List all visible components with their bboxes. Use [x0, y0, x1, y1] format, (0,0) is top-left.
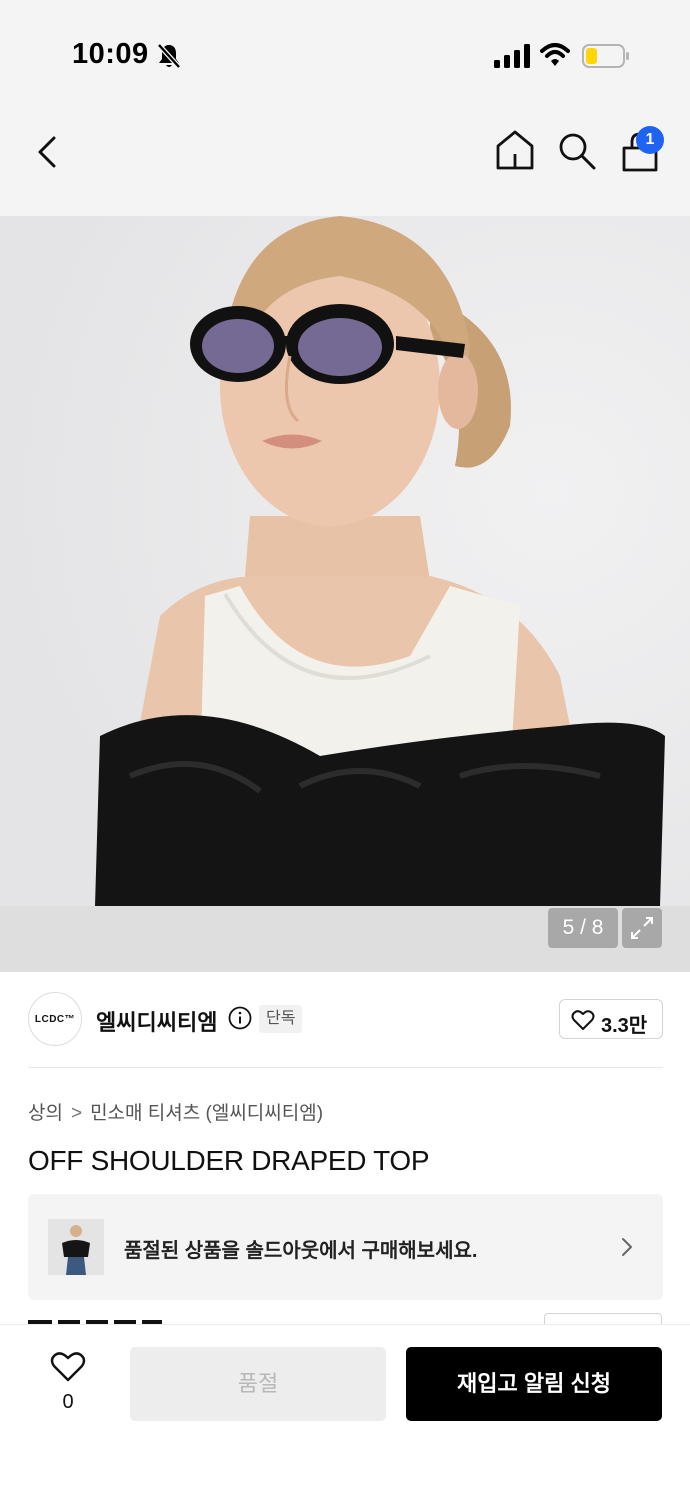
status-bar: 10:09 — [0, 0, 690, 110]
divider — [28, 1067, 663, 1068]
heart-icon — [571, 1010, 595, 1030]
search-icon[interactable] — [556, 130, 598, 172]
home-icon[interactable] — [494, 128, 536, 172]
wishlist-count: 0 — [62, 1391, 74, 1413]
product-image[interactable] — [0, 216, 690, 906]
brand-like-count: 3.3만 — [601, 1015, 648, 1037]
product-title: OFF SHOULDER DRAPED TOP — [28, 1145, 430, 1176]
cart-count-badge: 1 — [636, 126, 664, 154]
expand-icon[interactable] — [622, 908, 662, 948]
breadcrumb: 상의 > 민소매 티셔츠 (엘씨디씨티엠) — [28, 1098, 323, 1125]
coupon-button-peek[interactable] — [544, 1313, 662, 1324]
soldout-banner-text: 품절된 상품을 솔드아웃에서 구매해보세요. — [124, 1240, 478, 1262]
wifi-icon — [540, 43, 570, 66]
brand-name[interactable]: 엘씨디씨티엠 — [96, 1005, 217, 1037]
price-row-peek — [28, 1312, 688, 1324]
model-photo — [0, 216, 690, 906]
chevron-right-icon — [622, 1238, 632, 1256]
soldout-banner[interactable]: 품절된 상품을 솔드아웃에서 구매해보세요. — [28, 1194, 663, 1300]
soldout-button: 품절 — [130, 1347, 386, 1421]
battery-icon — [582, 44, 629, 68]
exclusive-badge: 단독 — [259, 1005, 303, 1033]
soldout-thumbnail — [48, 1219, 104, 1275]
back-icon[interactable] — [30, 132, 66, 172]
price-peek-glyphs — [28, 1320, 162, 1324]
wishlist-button[interactable]: 0 — [44, 1349, 92, 1419]
restock-alert-button[interactable]: 재입고 알림 신청 — [406, 1347, 662, 1421]
info-icon[interactable] — [228, 1006, 252, 1030]
bottom-action-bar: 0 품절 재입고 알림 신청 — [0, 1324, 690, 1500]
breadcrumb-subcategory[interactable]: 민소매 티셔츠 (엘씨디씨티엠) — [90, 1103, 323, 1124]
signal-icon — [494, 44, 530, 68]
brand-row: LCDC™ 엘씨디씨티엠 단독 3.3만 — [0, 972, 690, 1068]
brand-logo[interactable]: LCDC™ — [28, 992, 82, 1046]
image-counter: 5 / 8 — [548, 908, 618, 948]
breadcrumb-separator: > — [70, 1103, 83, 1124]
breadcrumb-category[interactable]: 상의 — [28, 1103, 63, 1124]
heart-icon — [50, 1352, 86, 1382]
top-nav-bar — [0, 110, 690, 216]
brand-like-button[interactable]: 3.3만 — [559, 999, 663, 1039]
status-time: 10:09 — [72, 38, 149, 70]
bell-off-icon — [157, 43, 181, 69]
